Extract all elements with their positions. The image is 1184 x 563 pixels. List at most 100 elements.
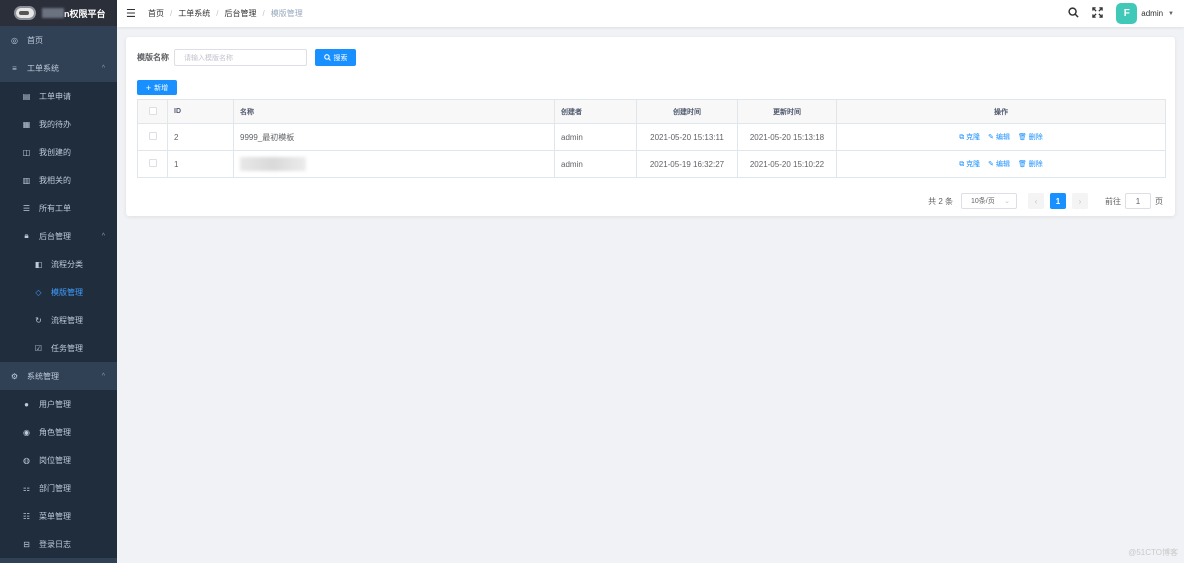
template-table: ID 名称 创建者 创建时间 更新时间 操作 2 9999_最初模板 admin 20… bbox=[137, 99, 1166, 178]
clone-button[interactable]: ⧉ 克隆 bbox=[959, 134, 980, 141]
sidebar-item[interactable]: ☰ 所有工单 bbox=[0, 194, 117, 222]
column-header-name[interactable]: 名称 bbox=[233, 99, 555, 124]
select-all-checkbox[interactable] bbox=[137, 99, 168, 124]
search-button-label: 搜索 bbox=[333, 54, 348, 62]
breadcrumb-ticket-system[interactable]: 工单系统 bbox=[178, 8, 210, 19]
sidebar-item-label: 部门管理 bbox=[39, 483, 71, 493]
prev-page-button[interactable]: ‹ bbox=[1028, 193, 1044, 209]
breadcrumb-separator: / bbox=[170, 9, 173, 18]
clone-label: 克隆 bbox=[966, 161, 981, 168]
page-size-select[interactable]: 10条/页 ⌄ bbox=[961, 193, 1017, 209]
column-header-updated[interactable]: 更新时间 bbox=[737, 99, 837, 124]
sidebar-item[interactable]: ▥ 我相关的 bbox=[0, 166, 117, 194]
checkbox[interactable] bbox=[148, 132, 157, 140]
sidebar-item[interactable]: ☑ 任务管理 bbox=[0, 334, 117, 362]
table-row[interactable]: 2 9999_最初模板 admin 2021-05-20 15:13:11 2021-0… bbox=[137, 123, 1166, 151]
table-body: 2 9999_最初模板 admin 2021-05-20 15:13:11 2021-0… bbox=[137, 123, 1166, 178]
chevron-up-icon: ^ bbox=[101, 232, 105, 240]
user-name[interactable]: admin bbox=[1141, 9, 1163, 18]
table-row[interactable]: 1 admin 2021-05-19 16:32:27 2021-05-20 15:1… bbox=[137, 150, 1166, 178]
column-header-id[interactable]: ID bbox=[167, 99, 234, 124]
sidebar-item[interactable]: ◉ 角色管理 bbox=[0, 418, 117, 446]
logo[interactable]: n权限平台 bbox=[0, 0, 117, 26]
column-header-creator[interactable]: 创建者 bbox=[554, 99, 637, 124]
sidebar-item-label: 任务管理 bbox=[51, 343, 83, 353]
sidebar-item[interactable]: ◫ 我创建的 bbox=[0, 138, 117, 166]
column-header-created[interactable]: 创建时间 bbox=[636, 99, 738, 124]
sidebar-item[interactable]: ⊟ 登录日志 bbox=[0, 530, 117, 558]
breadcrumb-backend[interactable]: 后台管理 bbox=[224, 8, 256, 19]
breadcrumb-separator: / bbox=[262, 9, 265, 18]
sidebar-item[interactable]: ↻ 流程管理 bbox=[0, 306, 117, 334]
goto-suffix: 页 bbox=[1155, 196, 1163, 206]
sidebar-item-label: 工单申请 bbox=[39, 91, 71, 101]
delete-button[interactable]: 🗑︎ 删除 bbox=[1018, 161, 1043, 168]
delete-button[interactable]: 🗑︎ 删除 bbox=[1018, 134, 1043, 141]
pagination: 共 2 条 10条/页 ⌄ ‹ 1 › 前往 1 页 bbox=[928, 193, 1163, 209]
clone-button[interactable]: ⧉ 克隆 bbox=[959, 161, 980, 168]
sidebar-item[interactable]: ● 用户管理 bbox=[0, 390, 117, 418]
sidebar-item-label: 流程分类 bbox=[51, 259, 83, 269]
dashboard-icon: ◎ bbox=[11, 35, 18, 45]
sidebar-item[interactable]: ◍ 岗位管理 bbox=[0, 446, 117, 474]
sidebar-item[interactable]: ≡ 工单系统 ^ bbox=[0, 54, 117, 82]
cell-creator: admin bbox=[554, 150, 637, 178]
sidebar-item-label: 角色管理 bbox=[39, 427, 71, 437]
page-number-current[interactable]: 1 bbox=[1050, 193, 1066, 209]
sidebar-item[interactable]: ◎ 首页 bbox=[0, 26, 117, 54]
sidebar-item-label: 所有工单 bbox=[39, 203, 71, 213]
breadcrumb-separator: / bbox=[216, 9, 219, 18]
sidebar-item[interactable]: ▤ 工单申请 bbox=[0, 82, 117, 110]
edit-icon: ✎ bbox=[988, 161, 996, 168]
sidebar-item[interactable]: ◧ 流程分类 bbox=[0, 250, 117, 278]
goto-prefix: 前往 bbox=[1105, 196, 1121, 206]
sidebar-item[interactable]: ⚏ 部门管理 bbox=[0, 474, 117, 502]
main-card: 模版名称 请输入模版名称 搜索 + 新增 ID 名称 创建者 创建时间 更新时间… bbox=[126, 37, 1175, 216]
filter-row: 模版名称 请输入模版名称 搜索 bbox=[137, 49, 356, 66]
add-button[interactable]: + 新增 bbox=[137, 80, 177, 95]
category-icon: ◧ bbox=[34, 259, 43, 269]
cell-actions: ⧉ 克隆 ✎ 编辑 🗑︎ 删除 bbox=[836, 150, 1166, 178]
template-name-input[interactable]: 请输入模版名称 bbox=[174, 49, 307, 66]
logo-redacted bbox=[42, 8, 64, 18]
row-checkbox-cell[interactable] bbox=[137, 150, 168, 178]
avatar[interactable]: F bbox=[1116, 3, 1138, 24]
edit-button[interactable]: ✎ 编辑 bbox=[988, 161, 1010, 168]
fullscreen-icon[interactable] bbox=[1092, 6, 1103, 21]
edit-button[interactable]: ✎ 编辑 bbox=[988, 134, 1010, 141]
user-icon: ● bbox=[24, 399, 29, 409]
sidebar-item-label: 登录日志 bbox=[39, 539, 71, 549]
breadcrumb-home[interactable]: 首页 bbox=[148, 8, 164, 19]
sidebar-item-label: 流程管理 bbox=[51, 315, 83, 325]
hamburger-icon[interactable]: ☰ bbox=[126, 7, 136, 20]
created-icon: ◫ bbox=[22, 147, 31, 157]
delete-label: 删除 bbox=[1028, 161, 1043, 168]
delete-icon: 🗑︎ bbox=[1017, 134, 1029, 141]
next-page-button[interactable]: › bbox=[1072, 193, 1088, 209]
chevron-up-icon: ^ bbox=[101, 64, 105, 72]
template-icon: ◇ bbox=[35, 287, 42, 297]
search-icon[interactable] bbox=[1068, 6, 1079, 21]
sidebar-item[interactable]: ▦ 我的待办 bbox=[0, 110, 117, 138]
edit-label: 编辑 bbox=[995, 134, 1010, 141]
caret-down-icon[interactable]: ▼ bbox=[1168, 11, 1174, 17]
checkbox[interactable] bbox=[148, 106, 157, 115]
sidebar-item[interactable]: ☷ 菜单管理 bbox=[0, 502, 117, 530]
cell-name-wrapper: 9999_最初模板 bbox=[233, 123, 555, 151]
breadcrumb-current: 模版管理 bbox=[270, 9, 303, 18]
search-button[interactable]: 搜索 bbox=[315, 49, 356, 66]
sidebar-item[interactable]: ⚙ 系统管理 ^ bbox=[0, 362, 117, 390]
doc-icon: ▤ bbox=[22, 91, 31, 101]
post-icon: ◍ bbox=[23, 455, 30, 465]
goto-page-input[interactable]: 1 bbox=[1125, 193, 1151, 209]
row-checkbox-cell[interactable] bbox=[137, 123, 168, 151]
edit-icon: ✎ bbox=[988, 134, 996, 141]
sidebar-item[interactable]: 🔒︎ 后台管理 ^ bbox=[0, 222, 117, 250]
list-icon: ☰ bbox=[22, 203, 31, 213]
sidebar: n权限平台 ◎ 首页 ≡ 工单系统 ^ ▤ 工单申请 ▦ 我的待办 ◫ 我创建的 ▥ 我相关的 ☰ 所有工单… bbox=[0, 0, 117, 563]
sidebar-item-label: 后台管理 bbox=[39, 231, 71, 241]
app-title: n权限平台 bbox=[64, 8, 106, 19]
sidebar-item[interactable]: ◇ 模版管理 bbox=[0, 278, 117, 306]
checkbox[interactable] bbox=[148, 159, 157, 167]
search-icon bbox=[323, 54, 331, 61]
